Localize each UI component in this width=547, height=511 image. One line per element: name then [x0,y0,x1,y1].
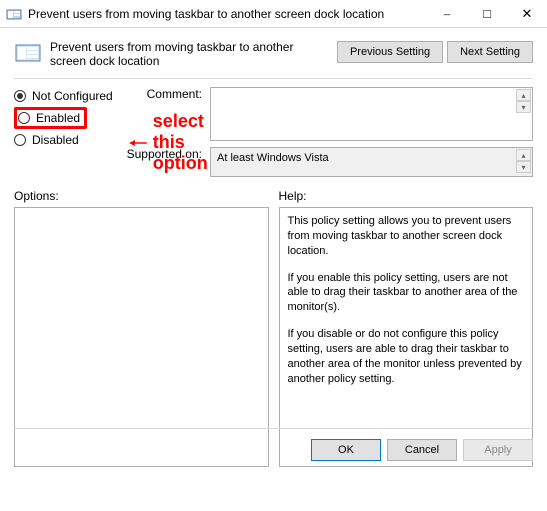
options-label: Options: [14,189,269,203]
comment-textarea[interactable]: ▴ ▾ [210,87,533,141]
radio-disabled[interactable]: Disabled [14,131,118,149]
annotation-highlight-box: Enabled [14,107,87,129]
supported-scroll-up-icon[interactable]: ▴ [516,149,531,161]
previous-setting-button[interactable]: Previous Setting [337,41,443,63]
supported-on-box: At least Windows Vista ▴ ▾ [210,147,533,177]
help-paragraph: This policy setting allows you to preven… [288,214,525,259]
radio-not-configured[interactable]: Not Configured [14,87,118,105]
titlebar: Prevent users from moving taskbar to ano… [0,0,547,28]
comment-label: Comment: [124,87,210,141]
window-title: Prevent users from moving taskbar to ano… [28,7,427,21]
cancel-button[interactable]: Cancel [387,439,457,461]
supported-on-text: At least Windows Vista [217,152,329,164]
supported-scroll-down-icon[interactable]: ▾ [516,161,531,173]
policy-title: Prevent users from moving taskbar to ano… [50,36,329,68]
radio-enabled-label: Enabled [36,111,80,125]
separator [14,428,533,429]
help-paragraph: If you enable this policy setting, users… [288,271,525,316]
apply-button[interactable]: Apply [463,439,533,461]
comment-scroll-up-icon[interactable]: ▴ [516,89,531,101]
radio-disabled-label: Disabled [32,133,79,147]
supported-label: Supported on: [124,147,210,177]
comment-scroll-down-icon[interactable]: ▾ [516,101,531,113]
ok-button[interactable]: OK [311,439,381,461]
radio-enabled[interactable]: Enabled [18,111,80,125]
minimize-button[interactable]: – [427,0,467,27]
policy-icon [14,38,42,66]
maximize-button[interactable]: □ [467,0,507,27]
close-button[interactable]: ✕ [507,0,547,27]
help-paragraph: If you disable or do not configure this … [288,327,525,386]
help-label: Help: [279,189,534,203]
gpedit-icon [6,6,22,22]
separator [14,78,533,79]
radio-not-configured-label: Not Configured [32,89,113,103]
next-setting-button[interactable]: Next Setting [447,41,533,63]
